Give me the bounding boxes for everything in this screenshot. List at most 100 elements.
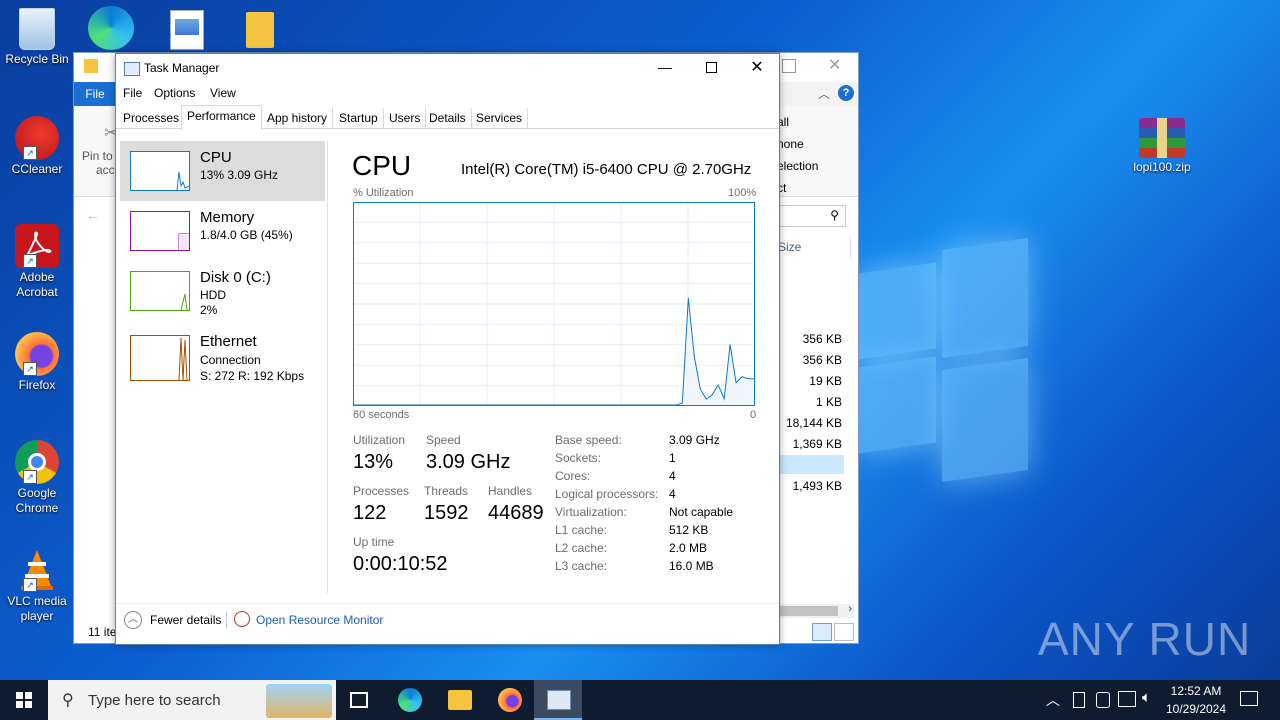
help-icon[interactable]: ? xyxy=(838,85,854,101)
winrar-archive-icon xyxy=(1139,118,1185,158)
close-button[interactable]: ✕ xyxy=(736,54,778,82)
sidebar-item-memory[interactable]: Memory 1.8/4.0 GB (45%) xyxy=(120,201,325,261)
file-tab[interactable]: File xyxy=(74,82,116,106)
tab-app-history[interactable]: App history xyxy=(262,108,334,128)
volume-icon[interactable]: 🔈︎ xyxy=(1142,689,1151,706)
search-box[interactable]: ⚲ xyxy=(774,205,846,227)
edge-desktop-icon[interactable] xyxy=(88,6,134,50)
spec-key: Sockets: xyxy=(555,451,602,465)
desktop-icon-recycle-bin[interactable]: Recycle Bin xyxy=(0,8,74,67)
search-highlight-image xyxy=(266,684,332,718)
tab-processes[interactable]: Processes xyxy=(118,108,186,128)
search-box[interactable]: ⚲ Type here to search xyxy=(48,680,336,720)
task-manager-taskbar-button[interactable] xyxy=(534,680,582,720)
chevron-up-icon[interactable]: ︿ xyxy=(1046,690,1060,710)
sidebar-disk-usage: 2% xyxy=(200,303,218,317)
desktop-icon-label: CCleaner xyxy=(11,162,63,176)
start-icon[interactable] xyxy=(16,692,32,708)
sidebar-memory-detail: 1.8/4.0 GB (45%) xyxy=(200,228,293,242)
desktop-icon-label: VLC media player xyxy=(7,594,67,623)
desktop-icon-label: Firefox xyxy=(18,378,56,392)
anyrun-watermark: ANY RUN xyxy=(1038,613,1252,665)
invert-selection-item[interactable]: election xyxy=(777,159,818,173)
desktop-icon-ccleaner[interactable]: ↗ CCleaner xyxy=(0,116,74,177)
cpu-model: Intel(R) Core(TM) i5-6400 CPU @ 2.70GHz xyxy=(461,161,752,178)
tab-details[interactable]: Details xyxy=(424,108,472,128)
large-icons-view-icon[interactable] xyxy=(834,623,854,641)
tab-users[interactable]: Users xyxy=(384,108,427,128)
task-manager-icon xyxy=(547,690,571,710)
select-none-item[interactable]: none xyxy=(777,137,804,151)
size-column-header[interactable]: Size xyxy=(778,240,801,254)
disk-thumbnail-graph xyxy=(130,271,190,311)
folder-icon xyxy=(84,59,98,73)
taskbar: ⚲ Type here to search ︿ 🔈︎ 12:52 AM 10/2… xyxy=(0,680,1280,720)
sidebar-item-disk[interactable]: Disk 0 (C:) HDD 2% xyxy=(120,261,325,321)
pin-label[interactable]: Pin to xyxy=(82,149,113,163)
file-size-cell: 1 KB xyxy=(815,395,842,409)
network-icon[interactable] xyxy=(1118,691,1136,707)
notification-icon[interactable] xyxy=(1240,691,1258,706)
menu-options[interactable]: Options xyxy=(154,86,195,100)
menu-file[interactable]: File xyxy=(123,86,142,100)
sidebar-disk-title: Disk 0 (C:) xyxy=(200,269,271,286)
tab-services[interactable]: Services xyxy=(471,108,529,128)
resource-monitor-icon xyxy=(234,611,250,627)
sidebar-ethernet-throughput: S: 272 R: 192 Kbps xyxy=(200,369,305,383)
tab-performance[interactable]: Performance xyxy=(181,105,262,130)
clock-date[interactable]: 10/29/2024 xyxy=(1158,702,1234,716)
handles-value: 44689 xyxy=(488,502,544,524)
clock-time[interactable]: 12:52 AM xyxy=(1158,684,1234,698)
task-view-icon[interactable] xyxy=(350,692,368,708)
cpu-heading: CPU xyxy=(352,150,412,181)
horizontal-scrollbar[interactable]: › xyxy=(778,603,854,618)
edge-icon[interactable] xyxy=(398,688,422,712)
sidebar-divider xyxy=(327,141,328,593)
threads-label: Threads xyxy=(424,484,469,498)
chevron-up-icon[interactable]: ︿ xyxy=(818,85,830,102)
sidebar-item-cpu[interactable]: CPU 13% 3.09 GHz xyxy=(120,141,325,201)
details-view-icon[interactable] xyxy=(812,623,832,641)
network-settings-icon[interactable] xyxy=(1096,692,1110,708)
search-icon: ⚲ xyxy=(62,692,74,709)
desktop-icon-adobe-acrobat[interactable]: ↗ Adobe Acrobat xyxy=(0,224,74,300)
file-size-cell: 1,369 KB xyxy=(792,437,842,451)
maximize-button[interactable] xyxy=(782,59,796,73)
minimize-button[interactable]: — xyxy=(644,54,686,82)
firefox-icon[interactable] xyxy=(498,688,522,712)
spec-key: Virtualization: xyxy=(555,505,627,519)
pin-label-2[interactable]: acc xyxy=(96,163,115,177)
desktop-icon-label: Adobe Acrobat xyxy=(16,270,58,299)
column-divider xyxy=(850,235,851,259)
maximize-button[interactable] xyxy=(690,54,732,82)
spec-value: 2.0 MB xyxy=(669,541,708,555)
tab-startup[interactable]: Startup xyxy=(334,108,384,128)
window-title: Task Manager xyxy=(144,61,220,75)
file-size-cell: 19 KB xyxy=(809,374,842,388)
desktop-icon-google-chrome[interactable]: ↗ Google Chrome xyxy=(0,440,74,516)
spec-key: L3 cache: xyxy=(555,559,608,573)
desktop-icon-lopi100-zip[interactable]: lopi100.zip xyxy=(1124,118,1200,175)
file-explorer-icon[interactable] xyxy=(448,690,472,710)
image-file-icon[interactable] xyxy=(170,10,204,50)
desktop-icon-firefox[interactable]: ↗ Firefox xyxy=(0,332,74,393)
desktop-icon-label: Google Chrome xyxy=(15,486,59,515)
wallpaper-logo xyxy=(850,237,1030,483)
utilization-label: Utilization xyxy=(353,433,406,447)
sidebar-ethernet-status: Connection xyxy=(200,353,261,367)
spec-key: L2 cache: xyxy=(555,541,608,555)
sidebar-item-ethernet[interactable]: Ethernet Connection S: 272 R: 192 Kbps xyxy=(120,327,325,387)
back-arrow-icon[interactable]: ← xyxy=(86,207,100,223)
graph-time-label: 60 seconds xyxy=(353,409,410,421)
folder-desktop-icon[interactable] xyxy=(246,12,274,48)
sidebar-disk-type: HDD xyxy=(200,288,226,302)
battery-icon[interactable] xyxy=(1073,692,1085,708)
spec-key: L1 cache: xyxy=(555,523,608,537)
chevron-right-icon[interactable]: › xyxy=(848,603,852,615)
menu-view[interactable]: View xyxy=(210,86,236,100)
shortcut-arrow-icon: ↗ xyxy=(23,362,37,376)
desktop-icon-vlc[interactable]: ↗ VLC media player xyxy=(0,548,74,624)
close-button[interactable]: ✕ xyxy=(828,55,841,75)
sidebar-cpu-detail: 13% 3.09 GHz xyxy=(200,168,279,182)
status-text: 11 ite xyxy=(88,625,117,639)
